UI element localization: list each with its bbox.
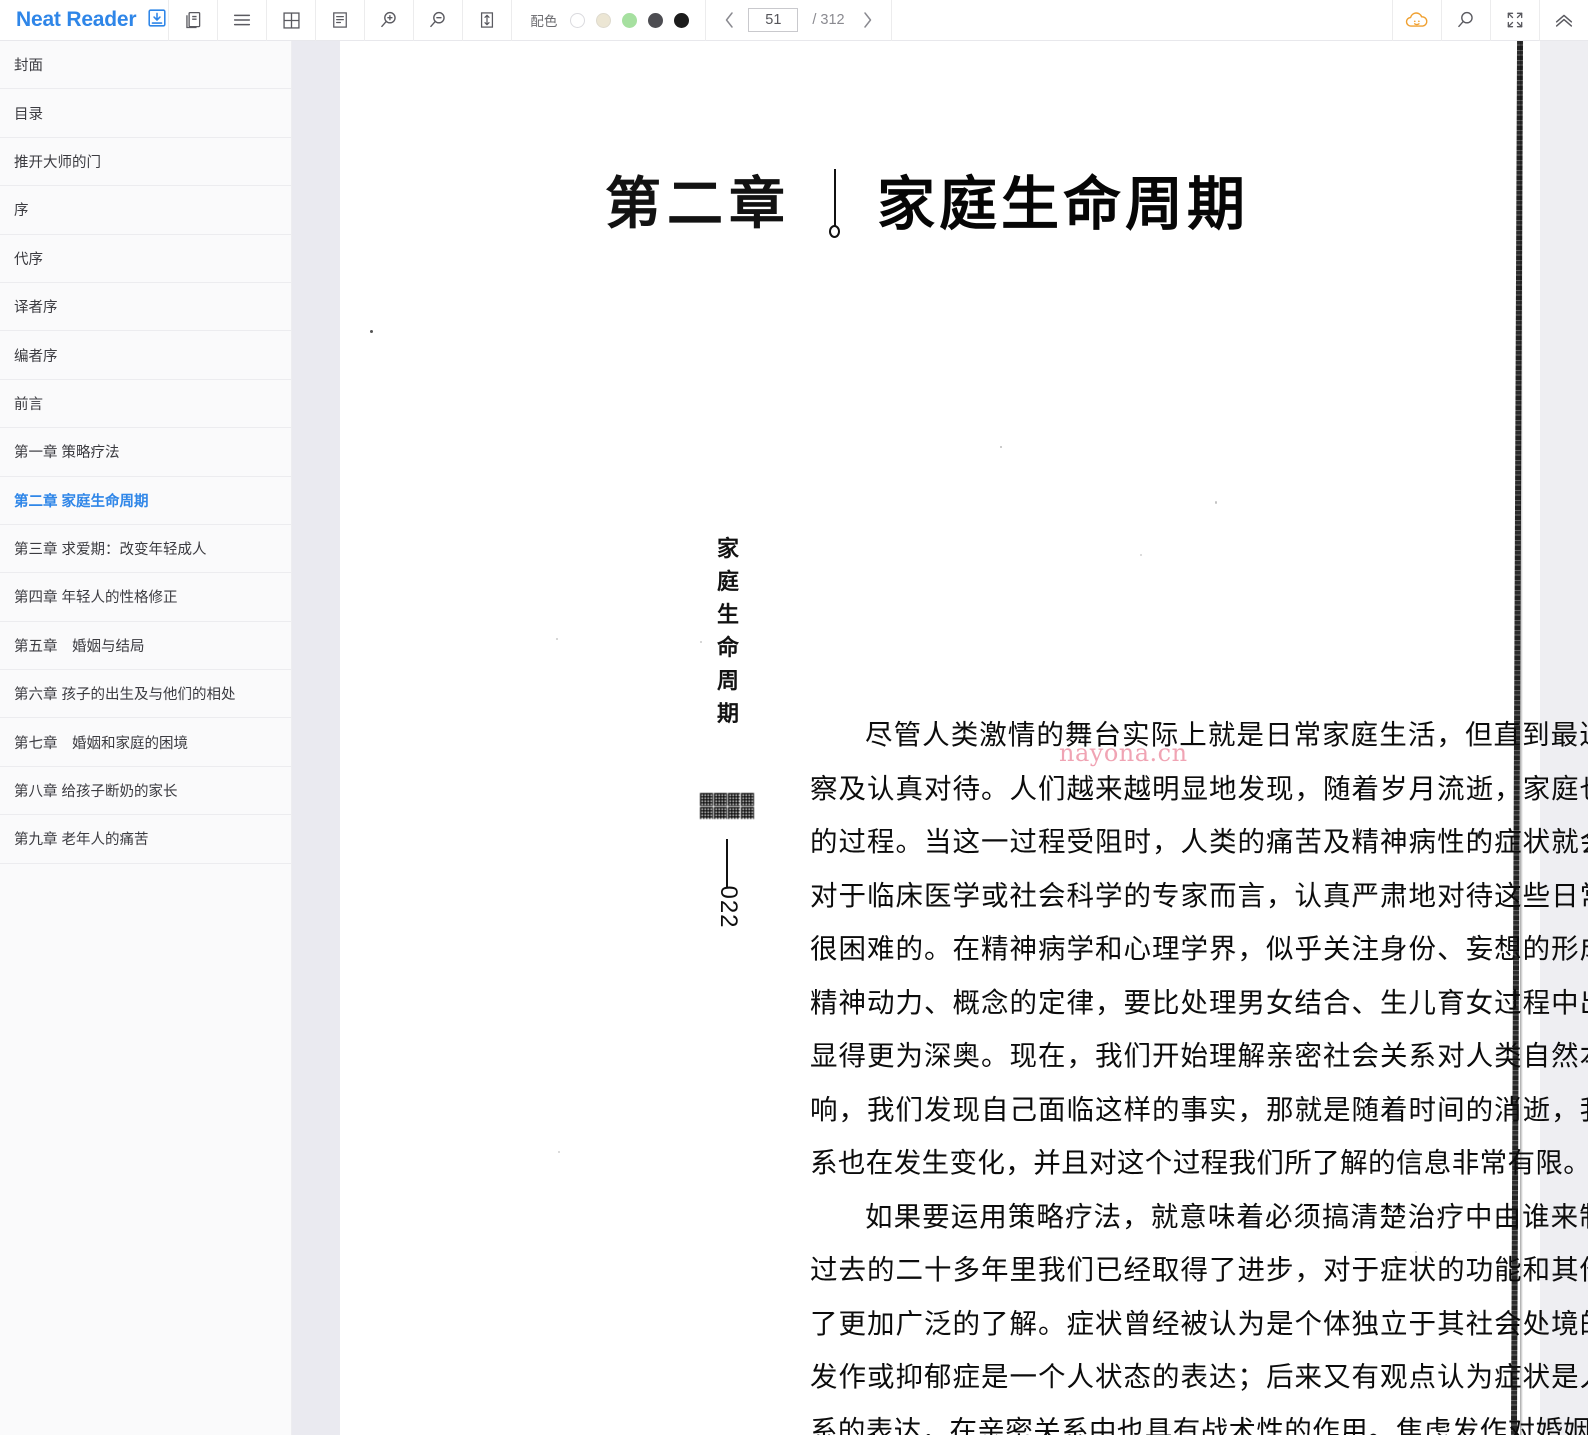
page-number-input[interactable] [748, 8, 799, 32]
sidebar-item-6[interactable]: 编者序 [0, 331, 291, 380]
search-icon[interactable] [1441, 0, 1490, 41]
cloud-sync-icon[interactable] [1392, 0, 1441, 41]
scan-speck [1215, 501, 1217, 504]
chapter-heading: 第二章 家庭生命周期 [340, 159, 1514, 249]
sidebar-item-5[interactable]: 译者序 [0, 283, 291, 332]
sidebar-item-15[interactable]: 第八章 给孩子断奶的家长 [0, 767, 291, 816]
library-icon[interactable] [168, 0, 217, 41]
running-head-vertical: 家庭生命周期 [716, 536, 739, 727]
sidebar-item-12[interactable]: 第五章 婚姻与结局 [0, 622, 291, 671]
sidebar-item-13[interactable]: 第六章 孩子的出生及与他们的相处 [0, 670, 291, 719]
scan-speck [1070, 896, 1072, 898]
sidebar-item-8[interactable]: 第一章 策略疗法 [0, 428, 291, 477]
scan-speck [370, 330, 373, 333]
color-scheme-group: 配色 [511, 0, 705, 41]
menu-icon[interactable] [217, 0, 266, 41]
sidebar-item-11[interactable]: 第四章 年轻人的性格修正 [0, 573, 291, 622]
swatch-black[interactable] [674, 12, 690, 28]
sidebar-item-16[interactable]: 第九章 老年人的痛苦 [0, 815, 291, 864]
scan-speck [558, 1151, 560, 1153]
sidebar-item-3[interactable]: 序 [0, 186, 291, 235]
toolbar-right-buttons [1392, 0, 1588, 41]
scan-speck [1000, 446, 1002, 448]
sidebar-item-1[interactable]: 目录 [0, 89, 291, 138]
toolbar-buttons [168, 0, 511, 41]
collapse-up-icon[interactable] [1539, 0, 1588, 41]
page-folio-number: 022 [715, 885, 742, 929]
sidebar-item-9[interactable]: 第二章 家庭生命周期 [0, 477, 291, 525]
notes-icon[interactable] [315, 0, 364, 41]
brand: Neat Reader [0, 0, 168, 41]
top-toolbar: Neat Reader 配色 51 / 312 [0, 0, 1588, 41]
scan-speck [700, 641, 702, 643]
sidebar-item-7[interactable]: 前言 [0, 380, 291, 429]
reader-area: 第二章 家庭生命周期 家庭生命周期 022 尽管人类激情的舞台实际上就是日常家庭… [292, 41, 1588, 1435]
page-body-text: 尽管人类激情的舞台实际上就是日常家庭生活，但直到最近才被实际观察及认真对待。人们… [810, 709, 1588, 1435]
app-title: Neat Reader [16, 8, 137, 31]
chapter-number: 第二章 [604, 171, 791, 237]
scan-speck [1415, 1251, 1417, 1253]
scan-speck [556, 638, 558, 640]
fullscreen-icon[interactable] [1490, 0, 1539, 41]
line-height-icon[interactable] [462, 0, 511, 41]
scan-speck [1140, 554, 1142, 556]
body-paragraph-2: 如果要运用策略疗法，就意味着必须搞清楚治疗中由谁来制定策略。在过去的二十多年里我… [810, 1200, 1588, 1435]
page-total-label: / 312 [812, 12, 845, 28]
blurred-scan-marks [700, 793, 754, 819]
zoom-in-icon[interactable] [364, 0, 413, 41]
color-scheme-label: 配色 [530, 14, 558, 29]
prev-page-button[interactable] [716, 5, 742, 35]
sidebar-item-14[interactable]: 第七章 婚姻和家庭的困境 [0, 718, 291, 767]
swatch-green[interactable] [622, 12, 638, 28]
sidebar-item-2[interactable]: 推开大师的门 [0, 138, 291, 187]
table-of-contents-sidebar[interactable]: 封面 目录 推开大师的门 序 代序 译者序 编者序 前言 第一章 策略疗法 第二… [0, 41, 292, 1435]
next-page-button[interactable] [855, 5, 881, 35]
swatch-gray[interactable] [648, 12, 664, 28]
zoom-out-icon[interactable] [413, 0, 462, 41]
swatch-cream[interactable] [596, 12, 612, 28]
swatch-white[interactable] [570, 12, 586, 28]
book-page: 第二章 家庭生命周期 家庭生命周期 022 尽管人类激情的舞台实际上就是日常家庭… [340, 41, 1588, 1435]
page-navigation: / 312 [705, 0, 892, 41]
sidebar-item-4[interactable]: 代序 [0, 235, 291, 283]
chapter-divider-ornament [791, 159, 877, 249]
page-gutter [292, 41, 340, 1435]
book-download-icon[interactable] [146, 7, 168, 34]
chapter-title: 家庭生命周期 [876, 170, 1249, 238]
sidebar-item-10[interactable]: 第三章 求爱期：改变年轻成人 [0, 525, 291, 574]
grid-layout-icon[interactable] [266, 0, 315, 41]
body-paragraph-1: 尽管人类激情的舞台实际上就是日常家庭生活，但直到最近才被实际观察及认真对待。人们… [810, 719, 1588, 1179]
sidebar-item-0[interactable]: 封面 [0, 41, 291, 90]
